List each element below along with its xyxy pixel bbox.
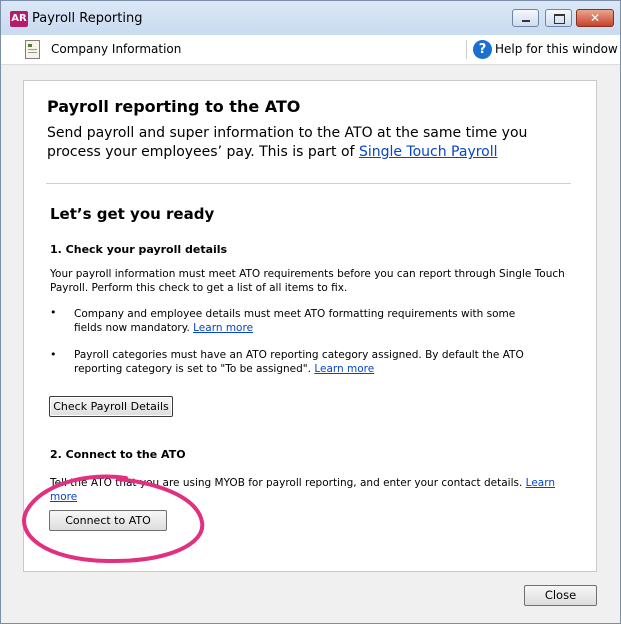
minimize-button[interactable] [512,9,539,27]
step2-title: 2. Connect to the ATO [50,448,186,461]
content-panel: Payroll reporting to the ATO Send payrol… [23,80,597,572]
bullet-marker: • [50,306,57,319]
bullet-text: Payroll categories must have an ATO repo… [74,349,524,375]
company-information-link[interactable]: Company Information [51,42,181,56]
help-icon[interactable]: ? [473,40,492,59]
bullet-marker: • [50,348,57,361]
intro-text: Send payroll and super information to th… [47,124,577,162]
learn-more-link[interactable]: Learn more [314,363,374,375]
single-touch-payroll-link[interactable]: Single Touch Payroll [359,144,498,160]
close-icon: ✕ [589,11,601,25]
check-payroll-details-button[interactable]: Check Payroll Details [49,396,173,417]
step1-description: Your payroll information must meet ATO r… [50,268,565,294]
toolbar: Company Information ? Help for this wind… [1,35,620,65]
window-close-button[interactable]: ✕ [576,9,614,27]
help-for-this-window-link[interactable]: Help for this window [495,42,618,56]
maximize-button[interactable] [545,9,572,27]
minimize-icon [522,20,530,22]
maximize-icon [554,14,565,24]
document-icon [25,40,40,59]
learn-more-link[interactable]: Learn more [193,322,253,334]
close-button[interactable]: Close [524,585,597,606]
bullet-item: Company and employee details must meet A… [74,307,544,335]
bullet-text: Company and employee details must meet A… [74,308,516,334]
toolbar-separator [466,40,467,59]
app-badge-icon: AR [10,11,28,27]
step1-title: 1. Check your payroll details [50,243,228,256]
window-title: Payroll Reporting [32,11,143,26]
step2-description: Tell the ATO that you are using MYOB for… [50,476,570,504]
page-title: Payroll reporting to the ATO [47,97,301,116]
title-bar[interactable]: AR Payroll Reporting ✕ [1,1,620,35]
connect-to-ato-button[interactable]: Connect to ATO [49,510,167,531]
divider [46,183,571,184]
section-heading: Let’s get you ready [50,205,215,223]
bullet-item: Payroll categories must have an ATO repo… [74,348,544,376]
step2-text: Tell the ATO that you are using MYOB for… [50,477,526,489]
